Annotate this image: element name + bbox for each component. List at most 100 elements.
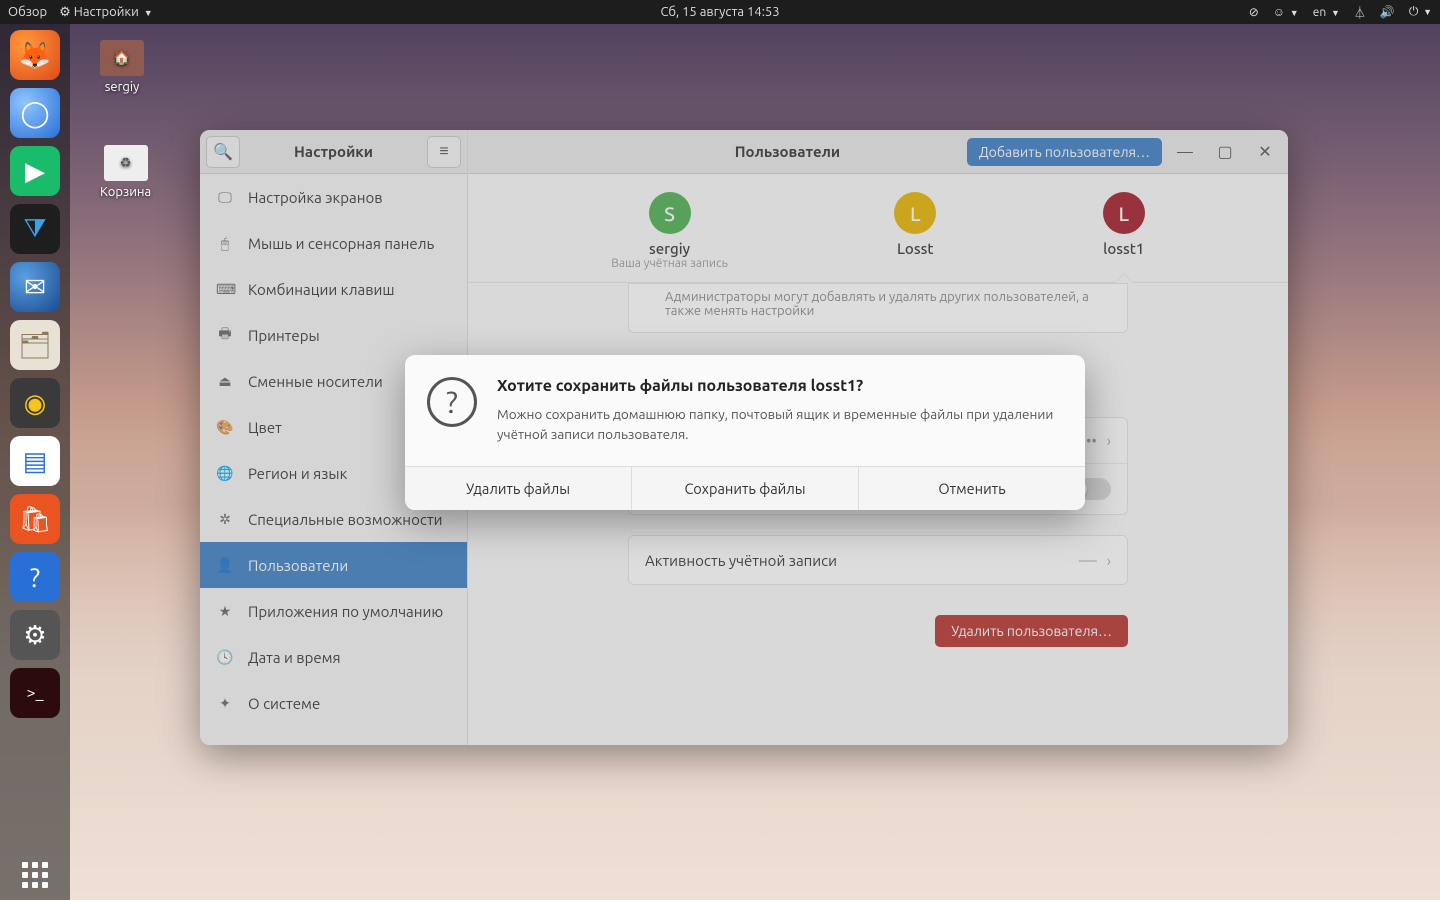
sidebar-item-label: Сменные носители [248,373,383,390]
clock[interactable]: Сб, 15 августа 14:53 [660,5,779,19]
sidebar-item-label: О системе [248,695,320,712]
search-button[interactable]: 🔍 [206,136,240,168]
dock-show-apps[interactable] [10,850,60,900]
sidebar-item-datetime[interactable]: 🕓 Дата и время [200,634,467,680]
region-icon: 🌐 [216,465,234,482]
user-chip-Losst[interactable]: L Losst [894,192,936,270]
a11y-icon: ✲ [216,511,234,528]
sidebar-item-users[interactable]: 👤Пользователи [200,542,467,588]
sidebar-item-label: Специальные возможности [248,511,443,528]
sidebar-item-defaultapps[interactable]: ★Приложения по умолчанию [200,588,467,634]
sidebar-header: 🔍 Настройки ≡ [200,130,467,174]
dock-chromium[interactable]: ◯ [10,88,60,138]
datetime-icon: 🕓 [216,649,234,666]
sidebar-item-label: Мышь и сенсорная панель [248,235,434,252]
keyboard-icon: ⌨ [216,281,234,298]
desktop-home-folder[interactable]: 🏠 sergiy [100,40,144,94]
chevron-right-icon: › [1107,432,1111,449]
confirm-dialog: ? Хотите сохранить файлы пользователя lo… [405,355,1085,510]
dock-help[interactable]: ? [10,552,60,602]
dialog-message: Можно сохранить домашнюю папку, почтовый… [497,405,1059,444]
trash-icon: ♻ [104,145,148,181]
activity-row[interactable]: Активность учётной записи — › [629,536,1127,584]
defaultapps-icon: ★ [216,603,234,620]
dialog-keep-files-button[interactable]: Сохранить файлы [632,467,859,510]
sidebar-item-label: Пользователи [248,557,348,574]
desktop-home-label: sergiy [100,80,144,94]
dock-settings[interactable]: ⚙ [10,610,60,660]
search-icon: 🔍 [213,142,233,161]
sidebar-item-printers[interactable]: 🖶 Принтеры [200,312,467,358]
activity-group: Активность учётной записи — › [628,535,1128,585]
user-name-label: Losst [894,240,936,257]
sidebar-title: Настройки [246,143,421,160]
sidebar-item-label: Принтеры [248,327,320,344]
user-chip-sergiy[interactable]: SsergiyВаша учётная запись [611,192,728,270]
content-header: Пользователи Добавить пользователя… — ▢ … [468,130,1288,174]
dialog-delete-files-button[interactable]: Удалить файлы [405,467,632,510]
app-menu[interactable]: ⚙ Настройки ▼ [59,5,153,20]
volume-icon[interactable]: 🔊 [1380,5,1395,19]
add-user-button[interactable]: Добавить пользователя… [967,138,1162,166]
hamburger-button[interactable]: ≡ [427,136,461,168]
minimize-button[interactable]: — [1168,136,1202,168]
dock-rhythmbox[interactable]: ◉ [10,378,60,428]
network-icon[interactable]: ⏃ [1354,4,1366,21]
maximize-button[interactable]: ▢ [1208,136,1242,168]
color-icon: 🎨 [216,419,234,436]
lang-indicator[interactable]: en ▼ [1313,6,1340,19]
avatar: L [894,192,936,234]
displays-icon: 🖵 [216,189,234,206]
user-name-label: sergiy [611,240,728,257]
content-title: Пользователи [474,143,961,160]
dock: 🦊 ◯ ▶ ⧩ ✉ 🗂 ◉ ▤ 🛍 ? ⚙ >_ [0,24,70,900]
admin-note: Администраторы могут добавлять и удалять… [628,283,1128,333]
close-icon: ✕ [1258,142,1271,161]
dialog-title: Хотите сохранить файлы пользователя loss… [497,377,1059,395]
status-icon[interactable]: ⊘ [1249,5,1259,19]
desktop-trash-label: Корзина [100,185,151,199]
sidebar-item-label: Дата и время [248,649,341,666]
sidebar-item-label: Настройка экранов [248,189,383,206]
accessibility-icon[interactable]: ☺ ▼ [1273,5,1299,19]
dock-software[interactable]: 🛍 [10,494,60,544]
sidebar-item-displays[interactable]: 🖵 Настройка экранов [200,174,467,220]
sidebar-item-label: Регион и язык [248,465,347,482]
hamburger-icon: ≡ [439,142,448,161]
sidebar-item-about[interactable]: ✦ О системе [200,680,467,726]
maximize-icon: ▢ [1217,142,1232,161]
dock-firefox[interactable]: 🦊 [10,30,60,80]
activity-label: Активность учётной записи [645,552,837,569]
activity-value: — [1079,550,1097,570]
chevron-right-icon: › [1107,552,1111,569]
dock-files[interactable]: 🗂 [10,320,60,370]
settings-body: Администраторы могут добавлять и удалять… [468,283,1288,745]
user-name-label: losst1 [1103,240,1145,257]
dock-terminal[interactable]: >_ [10,668,60,718]
desktop-trash[interactable]: ♻ Корзина [100,145,151,199]
dock-thunderbird[interactable]: ✉ [10,262,60,312]
top-panel: Обзор ⚙ Настройки ▼ Сб, 15 августа 14:53… [0,0,1440,24]
dock-vscode[interactable]: ⧩ [10,204,60,254]
dock-libreoffice[interactable]: ▤ [10,436,60,486]
user-chip-losst1[interactable]: Llosst1 [1103,192,1145,270]
sidebar-item-keyboard[interactable]: ⌨ Комбинации клавиш [200,266,467,312]
power-icon[interactable]: ⏻ ▼ [1409,5,1432,19]
dock-app-green[interactable]: ▶ [10,146,60,196]
printers-icon: 🖶 [216,323,234,347]
removable-icon: ⏏ [216,373,234,390]
question-icon: ? [427,377,477,427]
close-button[interactable]: ✕ [1248,136,1282,168]
home-folder-icon: 🏠 [100,40,144,76]
avatar: S [649,192,691,234]
sidebar-item-label: Цвет [248,419,282,436]
sidebar-item-label: Комбинации клавиш [248,281,395,298]
dialog-cancel-button[interactable]: Отменить [859,467,1085,510]
about-icon: ✦ [216,695,234,712]
minimize-icon: — [1177,143,1193,161]
avatar: L [1103,192,1145,234]
delete-user-button[interactable]: Удалить пользователя… [935,615,1128,647]
user-sub-label: Ваша учётная запись [611,257,728,270]
sidebar-item-mouse[interactable]: 🖱Мышь и сенсорная панель [200,220,467,266]
activities-button[interactable]: Обзор [8,5,47,19]
